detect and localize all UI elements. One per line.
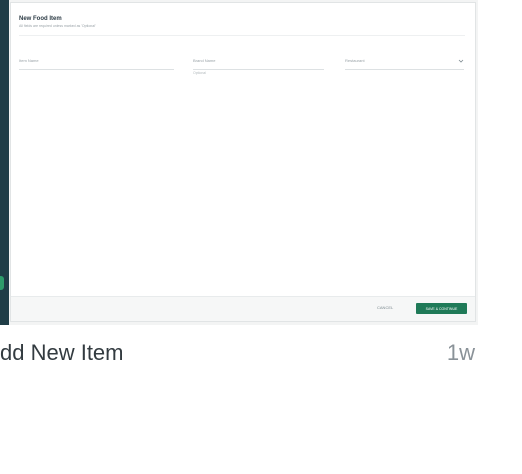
- sidebar-active-indicator: [0, 276, 4, 290]
- dialog-subtitle: All fields are required unless marked as…: [19, 24, 96, 28]
- item-name-field[interactable]: Item Name: [19, 55, 174, 70]
- restaurant-select[interactable]: Restaurant: [345, 55, 464, 70]
- header-divider: [19, 35, 465, 36]
- restaurant-placeholder: Restaurant: [345, 58, 365, 63]
- chevron-down-icon: [458, 59, 464, 63]
- dialog-title: New Food Item: [19, 16, 62, 22]
- dialog-footer: CANCEL SAVE & CONTINUE: [11, 296, 475, 321]
- app-sidebar: [0, 0, 9, 325]
- screenshot-thumbnail[interactable]: New Food Item All fields are required un…: [0, 0, 478, 325]
- item-caption-timestamp: 1w: [446, 340, 475, 365]
- item-name-placeholder: Item Name: [19, 58, 39, 63]
- brand-name-field[interactable]: Brand Name: [193, 55, 324, 70]
- item-caption-title[interactable]: dd New Item: [0, 340, 124, 366]
- new-food-item-dialog: New Food Item All fields are required un…: [10, 2, 476, 322]
- cancel-button[interactable]: CANCEL: [377, 305, 393, 310]
- brand-name-placeholder: Brand Name: [193, 58, 216, 63]
- save-and-continue-button[interactable]: SAVE & CONTINUE: [416, 303, 467, 314]
- brand-name-optional-hint: Optional: [193, 71, 207, 75]
